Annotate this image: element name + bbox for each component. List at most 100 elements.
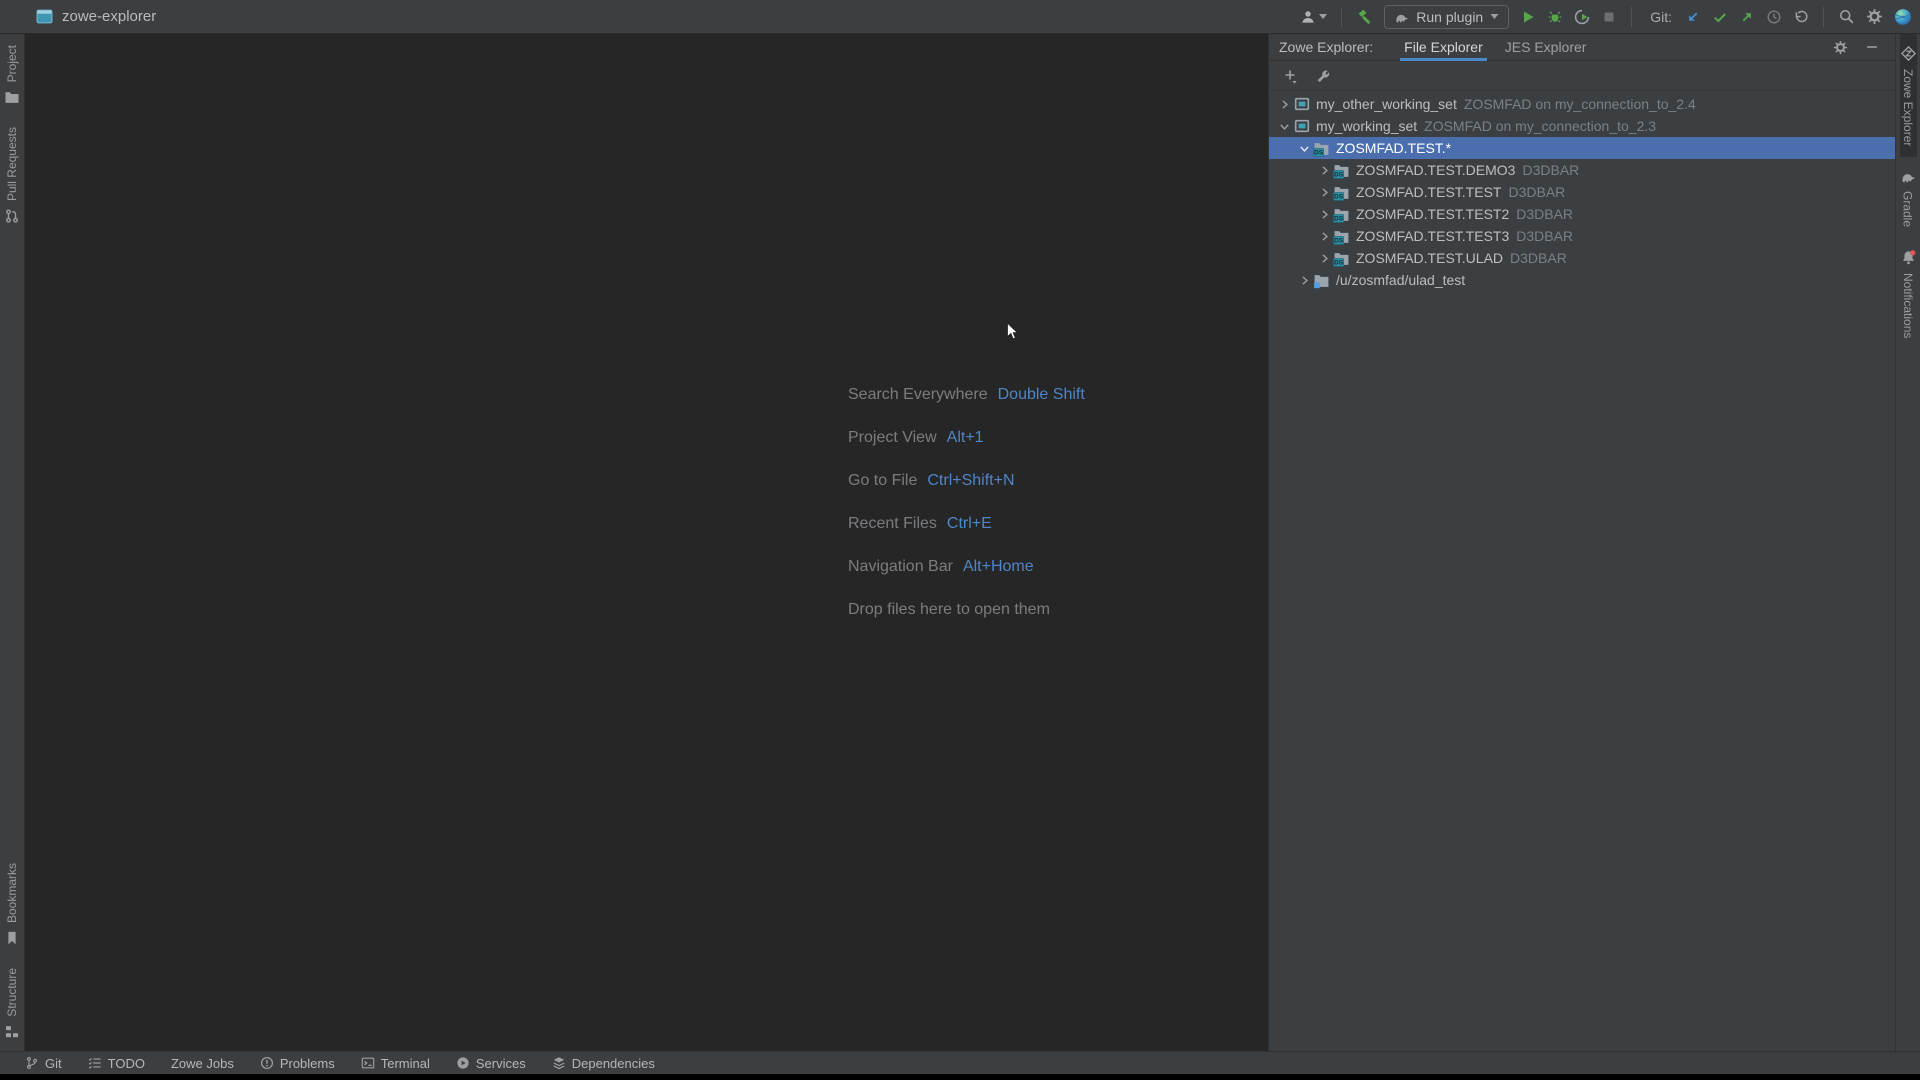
update-project-button[interactable] bbox=[1685, 9, 1701, 25]
titlebar: zowe-explorer Run plugin bbox=[0, 0, 1920, 34]
tool-window-button-gradle[interactable]: Gradle bbox=[1900, 157, 1916, 238]
dataset-icon: DS bbox=[1333, 162, 1350, 179]
push-button[interactable] bbox=[1739, 9, 1755, 25]
tree-row[interactable]: DSZOSMFAD.TEST.TEST3D3DBAR bbox=[1269, 225, 1895, 247]
tree-row[interactable]: DSZOSMFAD.TEST.TESTD3DBAR bbox=[1269, 181, 1895, 203]
shortcut-key-label: Alt+1 bbox=[947, 429, 984, 447]
chevron-right-icon[interactable] bbox=[1295, 274, 1313, 287]
tool-window-title: Zowe Explorer: bbox=[1279, 39, 1373, 55]
commit-button[interactable] bbox=[1712, 9, 1728, 25]
debug-button[interactable] bbox=[1547, 9, 1563, 25]
working-set-icon bbox=[1293, 118, 1310, 134]
tool-window-button-zowe-explorer[interactable]: Zowe Explorer bbox=[1900, 34, 1917, 157]
window-title: zowe-explorer bbox=[62, 8, 156, 25]
run-configuration-select[interactable]: Run plugin bbox=[1384, 5, 1509, 29]
history-button[interactable] bbox=[1766, 9, 1782, 25]
statusbar-item-problems[interactable]: Problems bbox=[260, 1056, 335, 1071]
chevron-right-icon[interactable] bbox=[1315, 252, 1333, 265]
tool-window-button-notifications[interactable]: Notifications bbox=[1900, 238, 1917, 349]
tree-row[interactable]: DSZOSMFAD.TEST.DEMO3D3DBAR bbox=[1269, 159, 1895, 181]
tab-file-explorer[interactable]: File Explorer bbox=[1393, 34, 1494, 61]
chevron-right-icon[interactable] bbox=[1275, 98, 1293, 111]
svg-text:DS: DS bbox=[1334, 237, 1344, 244]
todo-icon bbox=[88, 1056, 102, 1070]
zowe-explorer-tool-window: Zowe Explorer: File ExplorerJES Explorer… bbox=[1268, 34, 1895, 1051]
tree-item-suffix: D3DBAR bbox=[1510, 250, 1567, 266]
dataset-icon: DS bbox=[1333, 228, 1350, 245]
settings-gear-icon[interactable] bbox=[1866, 8, 1883, 25]
svg-text:DS: DS bbox=[1334, 171, 1344, 178]
stop-button[interactable] bbox=[1601, 9, 1617, 25]
services-icon bbox=[456, 1056, 470, 1070]
pull-request-icon bbox=[4, 208, 20, 224]
run-button[interactable] bbox=[1520, 9, 1536, 25]
tool-window-button-label: Notifications bbox=[1901, 273, 1915, 338]
shortcut-action-label: Recent Files bbox=[848, 515, 937, 533]
tree-item-label: ZOSMFAD.TEST.TEST2 bbox=[1356, 206, 1509, 222]
tool-window-header: Zowe Explorer: File ExplorerJES Explorer bbox=[1269, 34, 1895, 61]
statusbar-item-label: Terminal bbox=[381, 1056, 430, 1071]
tree-item-suffix: ZOSMFAD on my_connection_to_2.4 bbox=[1464, 96, 1696, 112]
tree-item-suffix: D3DBAR bbox=[1516, 228, 1573, 244]
editor-empty-area: Search EverywhereDouble ShiftProject Vie… bbox=[25, 34, 1268, 1051]
tool-window-settings-gear-icon[interactable] bbox=[1833, 40, 1848, 55]
tool-window-button-label: Bookmarks bbox=[5, 863, 19, 923]
zowe-icon bbox=[1900, 45, 1917, 62]
tree-row[interactable]: my_other_working_setZOSMFAD on my_connec… bbox=[1269, 93, 1895, 115]
tab-jes-explorer[interactable]: JES Explorer bbox=[1494, 34, 1598, 61]
shortcut-action-label: Go to File bbox=[848, 472, 917, 490]
statusbar-item-dependencies[interactable]: Dependencies bbox=[552, 1056, 655, 1071]
search-everywhere-button[interactable] bbox=[1838, 8, 1855, 25]
bookmark-icon bbox=[4, 930, 20, 946]
statusbar-item-label: Git bbox=[45, 1056, 62, 1071]
shortcut-key-label: Ctrl+Shift+N bbox=[927, 472, 1014, 490]
run-with-coverage-button[interactable] bbox=[1574, 9, 1590, 25]
chevron-down-icon bbox=[1319, 14, 1327, 19]
dataset-icon: DS bbox=[1333, 184, 1350, 201]
shortcut-key-label: Alt+Home bbox=[963, 558, 1034, 576]
statusbar-item-terminal[interactable]: Terminal bbox=[361, 1056, 430, 1071]
chevron-right-icon[interactable] bbox=[1315, 186, 1333, 199]
user-menu-button[interactable] bbox=[1300, 9, 1327, 25]
tree-item-suffix: D3DBAR bbox=[1508, 184, 1565, 200]
shortcut-action-label: Project View bbox=[848, 429, 937, 447]
chevron-down-icon[interactable] bbox=[1295, 142, 1313, 155]
right-tool-window-stripe: Zowe ExplorerGradle Notifications bbox=[1895, 34, 1920, 1051]
hide-tool-window-icon[interactable] bbox=[1865, 40, 1879, 54]
svg-text:DS: DS bbox=[1334, 193, 1344, 200]
bottom-black-strip bbox=[0, 1074, 1920, 1080]
tool-window-button-structure[interactable]: Structure bbox=[4, 957, 20, 1051]
chevron-right-icon[interactable] bbox=[1315, 230, 1333, 243]
chevron-right-icon[interactable] bbox=[1315, 208, 1333, 221]
statusbar-item-services[interactable]: Services bbox=[456, 1056, 526, 1071]
tool-window-button-project[interactable]: Project bbox=[4, 34, 20, 116]
dataset-icon: DS bbox=[1333, 206, 1350, 223]
wrench-settings-icon[interactable] bbox=[1315, 68, 1331, 84]
chevron-down-icon[interactable] bbox=[1275, 120, 1293, 133]
svg-text:DS: DS bbox=[1314, 149, 1324, 156]
statusbar-item-zowe-jobs[interactable]: Zowe Jobs bbox=[171, 1056, 234, 1071]
tree-row[interactable]: DSZOSMFAD.TEST.ULADD3DBAR bbox=[1269, 247, 1895, 269]
tool-window-button-bookmarks[interactable]: Bookmarks bbox=[4, 852, 20, 957]
project-icon bbox=[4, 89, 20, 105]
user-icon bbox=[1300, 9, 1316, 25]
tool-window-button-pull-requests[interactable]: Pull Requests bbox=[4, 116, 20, 235]
build-hammer-icon[interactable] bbox=[1356, 8, 1373, 25]
tree-row[interactable]: my_working_setZOSMFAD on my_connection_t… bbox=[1269, 115, 1895, 137]
tree-row[interactable]: DSZOSMFAD.TEST.* bbox=[1269, 137, 1895, 159]
add-button[interactable] bbox=[1282, 68, 1298, 84]
statusbar-item-todo[interactable]: TODO bbox=[88, 1056, 145, 1071]
status-bar: Git TODO Zowe Jobs Problems Terminal Services… bbox=[0, 1051, 1920, 1074]
shortcut-action-label: Search Everywhere bbox=[848, 386, 988, 404]
chevron-right-icon[interactable] bbox=[1315, 164, 1333, 177]
tree-row[interactable]: DSZOSMFAD.TEST.TEST2D3DBAR bbox=[1269, 203, 1895, 225]
tree-row[interactable]: /u/zosmfad/ulad_test bbox=[1269, 269, 1895, 291]
statusbar-item-label: Problems bbox=[280, 1056, 335, 1071]
statusbar-item-git[interactable]: Git bbox=[25, 1056, 62, 1071]
statusbar-item-label: Dependencies bbox=[572, 1056, 655, 1071]
problems-icon bbox=[260, 1056, 274, 1070]
code-with-me-icon[interactable] bbox=[1894, 8, 1912, 26]
gradle-icon bbox=[1900, 168, 1916, 184]
rollback-button[interactable] bbox=[1793, 9, 1809, 25]
editor-shortcut-hints: Search EverywhereDouble ShiftProject Vie… bbox=[848, 373, 1085, 631]
